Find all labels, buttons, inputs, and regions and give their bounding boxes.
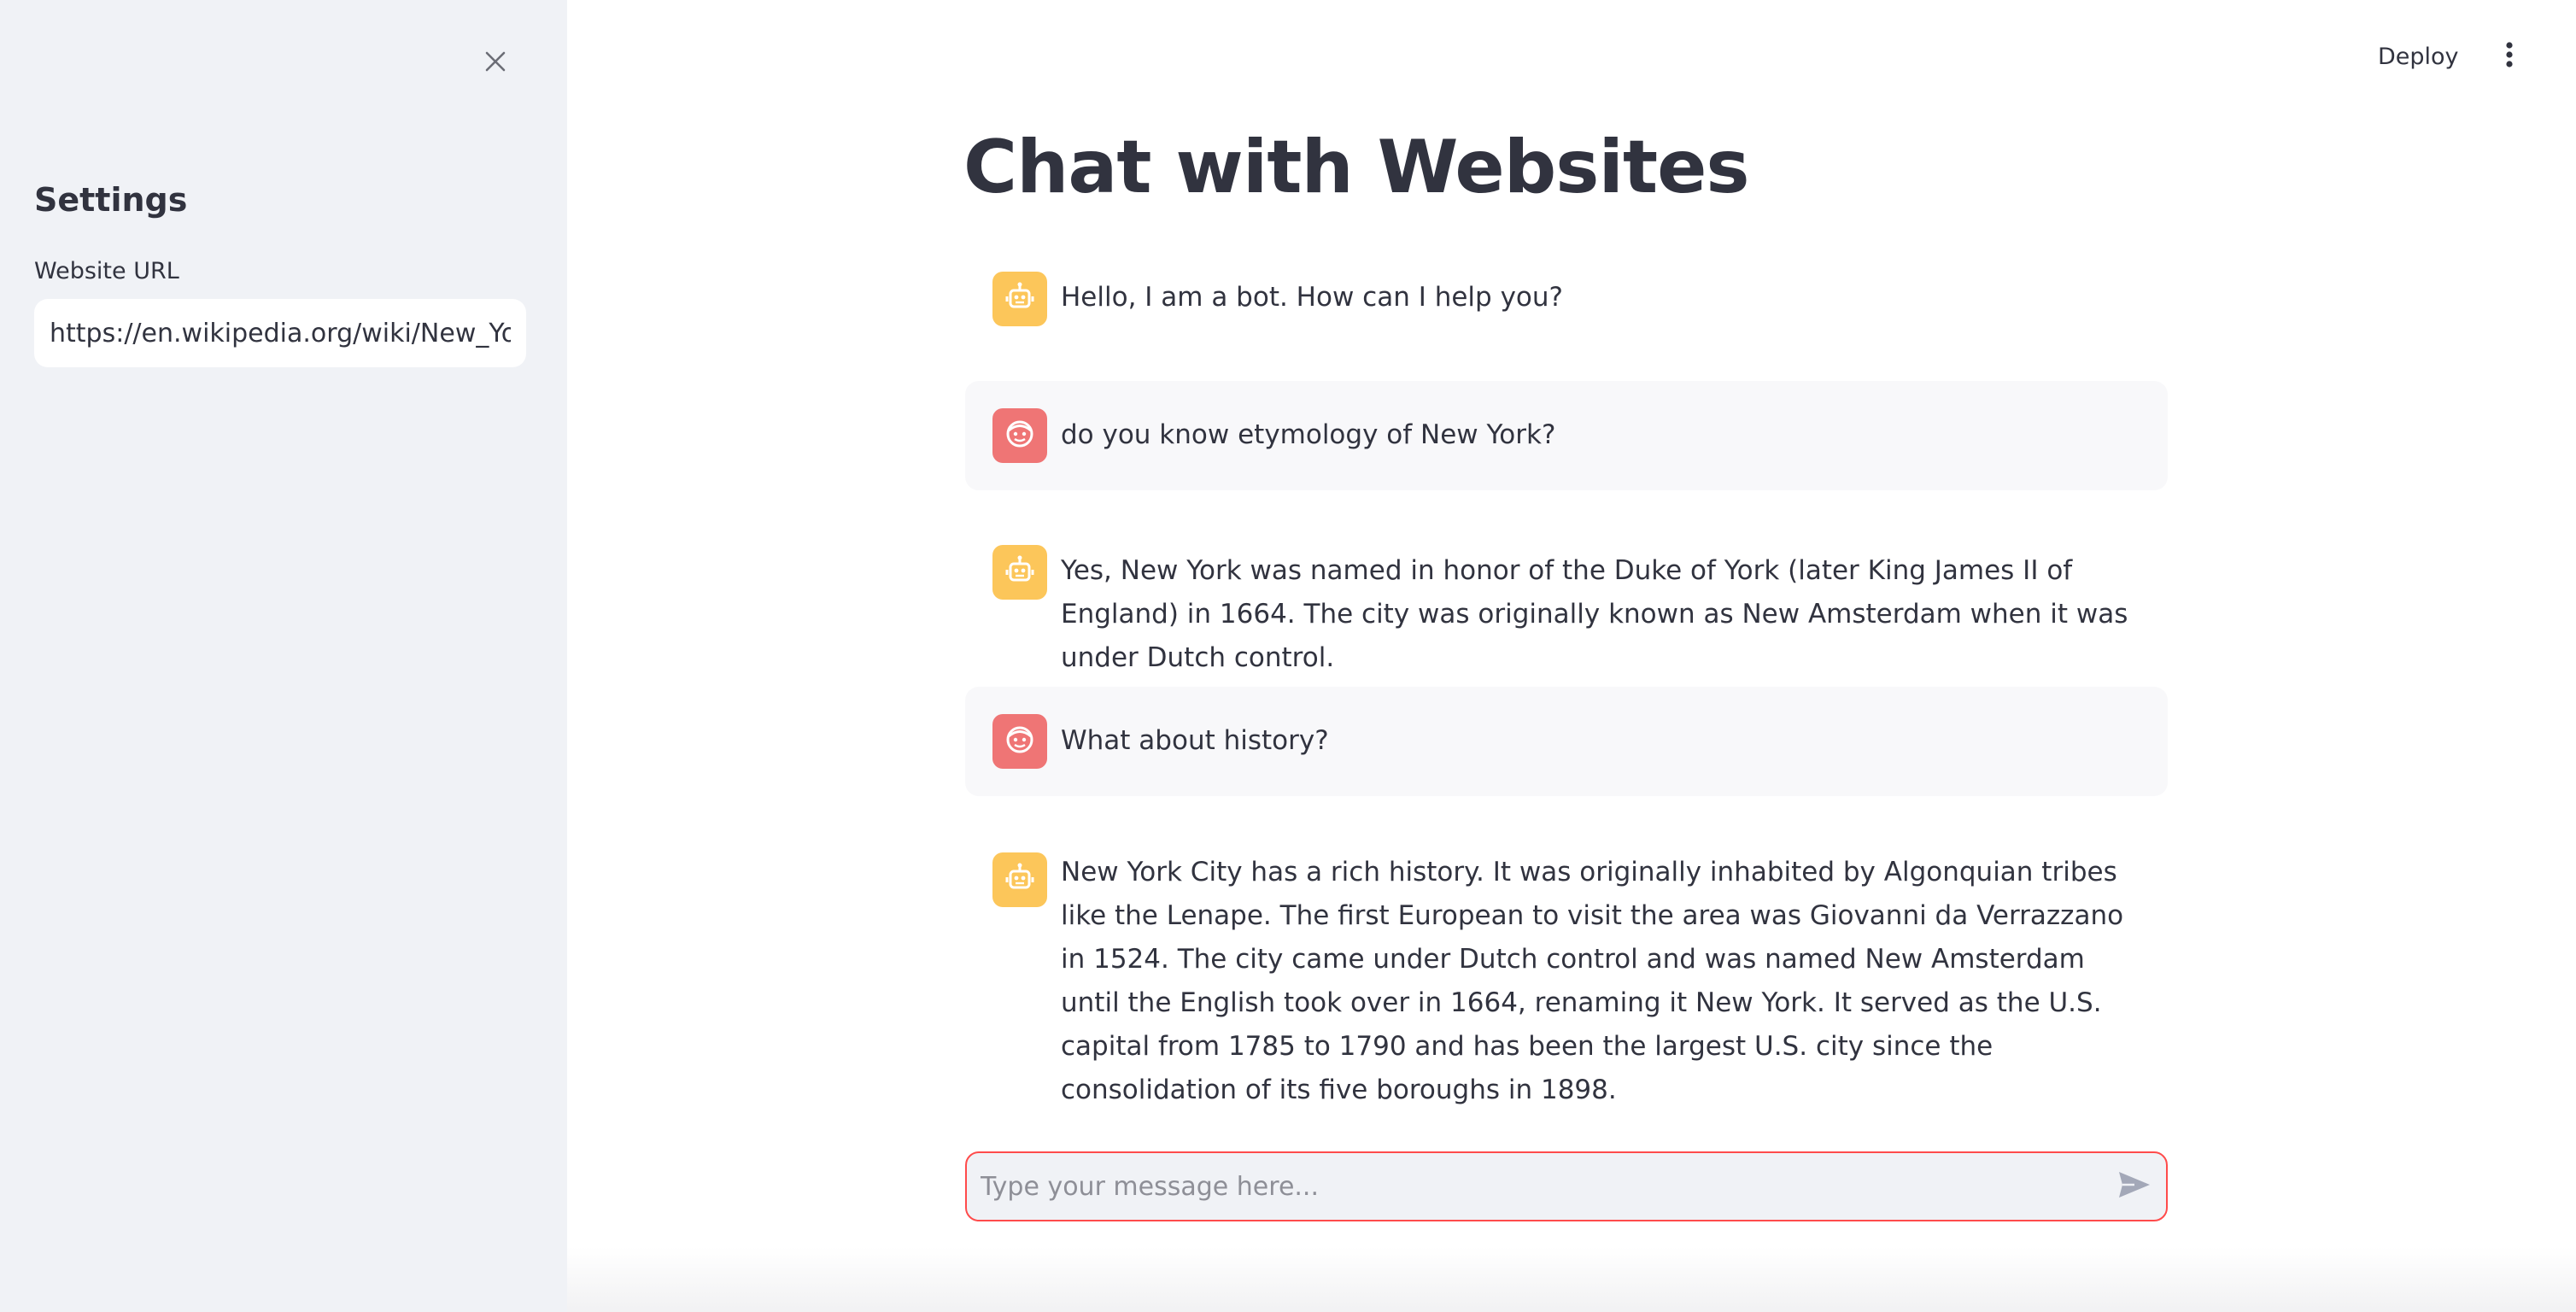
chat-message-user: do you know etymology of New York?	[965, 381, 2168, 490]
close-icon	[483, 50, 507, 77]
chat-message-bot: Hello, I am a bot. How can I help you?	[965, 256, 2168, 342]
chat-input-container	[965, 1151, 2168, 1221]
robot-icon	[1004, 281, 1036, 317]
bot-avatar	[992, 272, 1047, 326]
chat-message-bot: Yes, New York was named in honor of the …	[965, 530, 2168, 673]
app-root: Settings Website URL Deploy Chat with We…	[0, 0, 2576, 1312]
bottom-fade	[567, 1247, 2576, 1312]
send-button[interactable]	[2113, 1165, 2156, 1208]
deploy-button[interactable]: Deploy	[2371, 38, 2466, 75]
website-url-input[interactable]	[34, 299, 526, 367]
face-icon	[1004, 723, 1036, 759]
more-vertical-icon	[2504, 41, 2515, 72]
sidebar: Settings Website URL	[0, 0, 567, 1312]
chat-message-bot: New York City has a rich history. It was…	[965, 837, 2168, 1105]
message-text: What about history?	[1061, 725, 1329, 756]
sidebar-heading: Settings	[34, 181, 188, 219]
robot-icon	[1004, 862, 1036, 898]
chat-message-input[interactable]	[981, 1153, 2091, 1220]
send-icon	[2117, 1170, 2152, 1203]
robot-icon	[1004, 554, 1036, 590]
message-text: Yes, New York was named in honor of the …	[1061, 555, 2128, 673]
user-avatar	[992, 408, 1047, 463]
close-sidebar-button[interactable]	[475, 43, 516, 84]
message-text: Hello, I am a bot. How can I help you?	[1061, 282, 1563, 313]
face-icon	[1004, 418, 1036, 454]
message-text: do you know etymology of New York?	[1061, 419, 1556, 450]
page-title: Chat with Websites	[963, 125, 1750, 210]
bot-avatar	[992, 545, 1047, 600]
user-avatar	[992, 714, 1047, 769]
bot-avatar	[992, 852, 1047, 907]
website-url-label: Website URL	[34, 258, 179, 284]
chat-message-user: What about history?	[965, 687, 2168, 796]
message-text: New York City has a rich history. It was…	[1061, 857, 2124, 1105]
main-menu-button[interactable]	[2492, 36, 2526, 77]
